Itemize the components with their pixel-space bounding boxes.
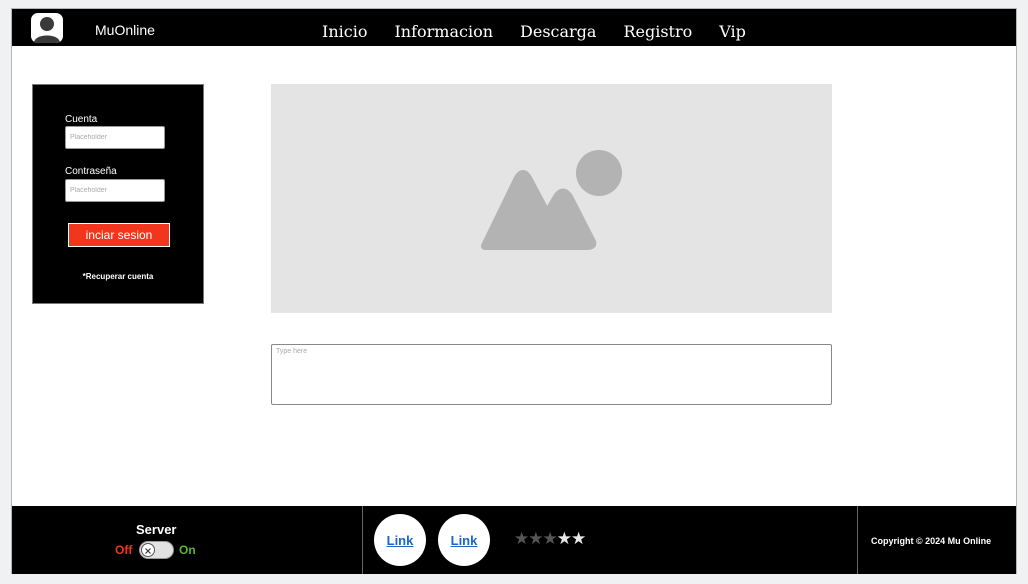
recover-account-link[interactable]: *Recuperar cuenta (33, 272, 203, 281)
footer-link-circle: Link (374, 514, 426, 566)
star-icon[interactable]: ★ (543, 529, 558, 548)
server-on-label: On (179, 543, 196, 557)
footer-divider (857, 506, 858, 574)
brand-title: MuOnline (95, 22, 155, 38)
star-icon[interactable]: ★ (514, 529, 529, 548)
footer-divider (362, 506, 363, 574)
main-nav: Inicio Informacion Descarga Registro Vip (322, 22, 773, 41)
hero-image-placeholder (271, 84, 832, 313)
app-window: MuOnline Inicio Informacion Descarga Reg… (11, 8, 1017, 574)
user-avatar-icon[interactable] (31, 13, 63, 43)
close-icon (145, 548, 151, 554)
password-input[interactable] (65, 179, 165, 202)
star-icon[interactable]: ★ (571, 529, 586, 548)
server-toggle[interactable] (139, 541, 174, 559)
nav-descarga[interactable]: Descarga (520, 22, 596, 41)
footer-link-1[interactable]: Link (387, 533, 414, 548)
footer-link-2[interactable]: Link (451, 533, 478, 548)
message-textarea[interactable] (271, 344, 832, 405)
footer-link-circle: Link (438, 514, 490, 566)
password-label: Contraseña (65, 166, 117, 177)
top-nav-bar: MuOnline Inicio Informacion Descarga Reg… (12, 9, 1016, 46)
server-off-label: Off (115, 543, 133, 557)
footer-bar: Server Off On Link Link ★★★★★ Copyright … (12, 506, 1016, 574)
nav-informacion[interactable]: Informacion (394, 22, 493, 41)
star-rating[interactable]: ★★★★★ (514, 529, 586, 549)
server-title: Server (136, 522, 177, 537)
login-panel: Cuenta Contraseña inciar sesion *Recuper… (32, 84, 204, 304)
nav-vip[interactable]: Vip (719, 22, 746, 41)
star-icon[interactable]: ★ (557, 529, 572, 548)
star-icon[interactable]: ★ (528, 529, 543, 548)
account-label: Cuenta (65, 114, 98, 125)
account-input[interactable] (65, 126, 165, 149)
image-placeholder-icon (481, 150, 622, 250)
nav-inicio[interactable]: Inicio (322, 22, 367, 41)
copyright-text: Copyright © 2024 Mu Online (871, 536, 992, 546)
toggle-knob (141, 543, 155, 557)
login-button[interactable]: inciar sesion (68, 223, 170, 247)
nav-registro[interactable]: Registro (623, 22, 692, 41)
